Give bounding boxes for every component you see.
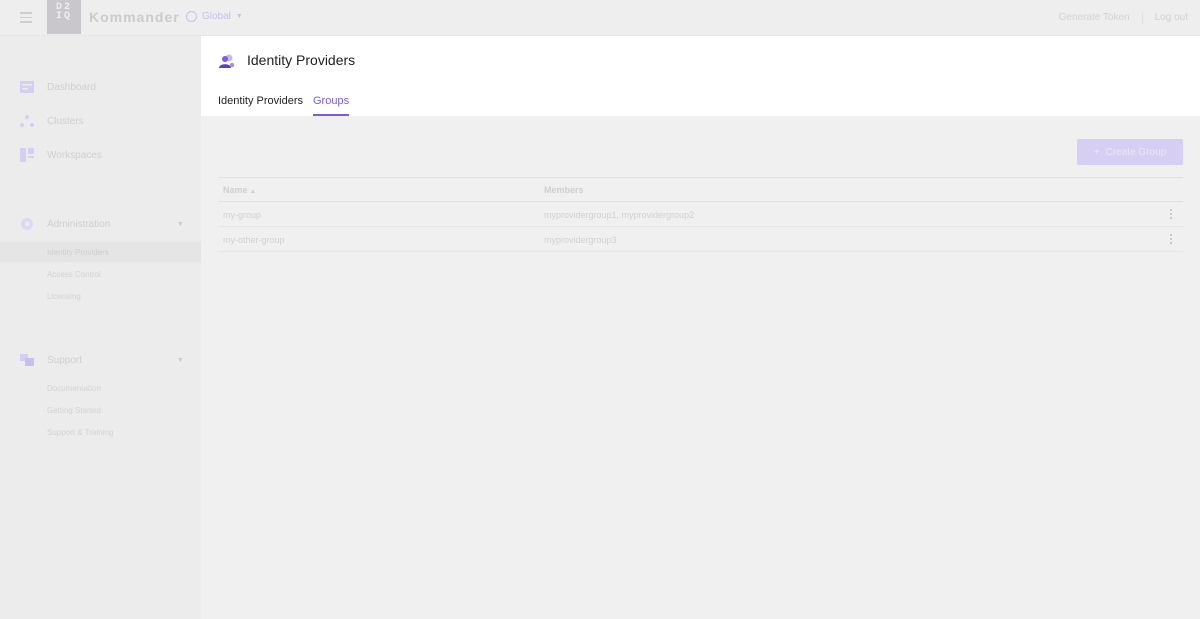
sidebar-section-label: Administration	[47, 218, 111, 230]
scope-selector[interactable]: Global ▼	[186, 11, 243, 22]
sidebar-item-support-training[interactable]: Support & Training	[0, 422, 201, 442]
tab-groups[interactable]: Groups	[313, 95, 350, 116]
sidebar-section-administration[interactable]: Administration ▼	[0, 213, 201, 235]
column-header-name[interactable]: Name ▲	[223, 185, 256, 195]
logout-link[interactable]: Log out	[1143, 12, 1200, 24]
chevron-down-icon: ▼	[177, 220, 184, 228]
create-group-button[interactable]: + Create Group	[1077, 139, 1183, 165]
support-icon	[20, 354, 34, 366]
table-row[interactable]: my-group myprovidergroup1, myprovidergro…	[218, 202, 1183, 227]
top-bar: D2 IQ Kommander Global ▼ Generate Token …	[0, 0, 1200, 36]
sidebar-item-licensing[interactable]: Licensing	[0, 286, 201, 306]
sidebar-item-clusters[interactable]: Clusters	[0, 110, 201, 132]
table-row[interactable]: my-other-group myprovidergroup3	[218, 227, 1183, 252]
chevron-down-icon: ▼	[235, 13, 243, 20]
sidebar-item-documentation[interactable]: Documentation	[0, 378, 201, 398]
group-members: myprovidergroup1, myprovidergroup2	[544, 210, 695, 220]
menu-icon[interactable]	[20, 12, 32, 23]
group-members: myprovidergroup3	[544, 235, 617, 245]
sidebar-item-label: Dashboard	[47, 81, 96, 93]
group-name: my-group	[223, 210, 262, 220]
column-header-members[interactable]: Members	[544, 185, 584, 195]
sort-ascending-icon: ▲	[250, 189, 256, 195]
logo: D2 IQ	[47, 0, 81, 34]
sidebar-item-getting-started[interactable]: Getting Started	[0, 400, 201, 420]
more-actions-icon[interactable]	[1170, 209, 1173, 221]
globe-icon	[186, 11, 197, 22]
sidebar-item-label: Clusters	[47, 115, 84, 127]
scope-label: Global	[202, 11, 231, 22]
group-name: my-other-group	[223, 235, 285, 245]
table-header: Name ▲ Members	[218, 177, 1183, 202]
create-group-label: Create Group	[1105, 146, 1167, 158]
generate-token-link[interactable]: Generate Token	[1047, 12, 1142, 24]
page-header: Identity Providers Identity Providers Gr…	[201, 36, 1200, 116]
tab-identity-providers[interactable]: Identity Providers	[218, 95, 303, 116]
page-title: Identity Providers	[247, 52, 356, 68]
sidebar: Dashboard Clusters Workspaces Administra…	[0, 36, 201, 619]
clusters-icon	[20, 115, 34, 127]
brand-name: Kommander	[89, 9, 180, 25]
more-actions-icon[interactable]	[1170, 234, 1173, 246]
dashboard-icon	[20, 81, 34, 93]
identity-provider-icon	[219, 54, 235, 68]
sidebar-item-identity-providers[interactable]: Identity Providers	[0, 242, 201, 262]
sidebar-item-dashboard[interactable]: Dashboard	[0, 76, 201, 98]
gear-icon	[21, 218, 33, 230]
sidebar-item-workspaces[interactable]: Workspaces	[0, 144, 201, 166]
sidebar-item-label: Workspaces	[47, 149, 102, 161]
logo-line-2: IQ	[55, 11, 72, 22]
workspaces-icon	[20, 148, 34, 162]
column-header-label: Name	[223, 185, 248, 195]
sidebar-section-support[interactable]: Support ▼	[0, 349, 201, 371]
groups-table: Name ▲ Members my-group myprovidergroup1…	[218, 177, 1183, 252]
chevron-down-icon: ▼	[177, 356, 184, 364]
sidebar-item-access-control[interactable]: Access Control	[0, 264, 201, 284]
plus-icon: +	[1093, 146, 1100, 158]
sidebar-section-label: Support	[47, 354, 83, 366]
